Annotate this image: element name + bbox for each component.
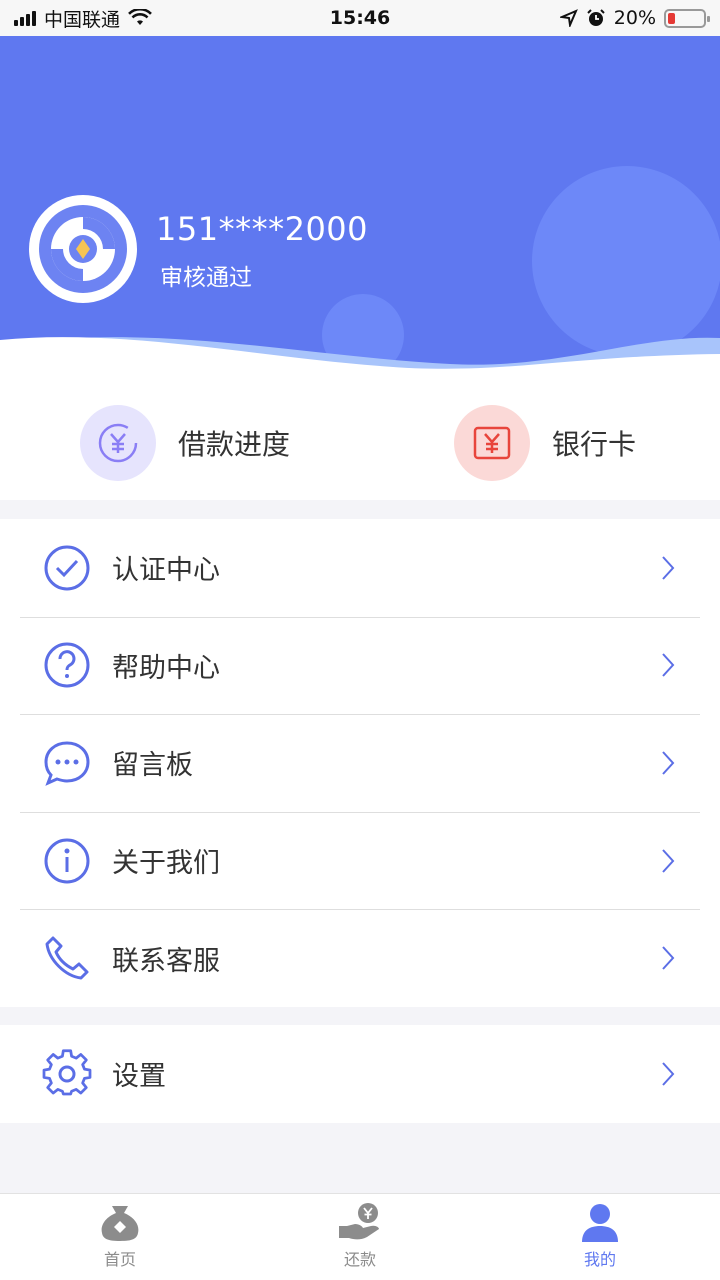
battery-icon [664, 8, 710, 28]
question-circle-icon [42, 640, 92, 690]
menu-item-label: 留言板 [112, 750, 193, 782]
header-wave [0, 337, 720, 386]
tab-label: 还款 [343, 1250, 376, 1269]
user-icon [582, 1204, 618, 1242]
menu-item-verification-center[interactable]: 认证中心 [0, 519, 720, 617]
tab-label: 我的 [583, 1250, 616, 1269]
app-logo-icon [39, 205, 127, 293]
chevron-right-icon [658, 651, 678, 679]
menu-item-label: 联系客服 [112, 945, 220, 977]
chat-bubble-icon [42, 738, 92, 788]
tab-bar: 首页 还款 我的 [0, 1193, 720, 1280]
location-arrow-icon [559, 9, 578, 27]
loan-progress-label: 借款进度 [178, 427, 291, 461]
menu-item-about-us[interactable]: 关于我们 [0, 811, 720, 910]
yuan-card-icon [454, 404, 530, 481]
review-status: 审核通过 [160, 265, 252, 291]
menu-item-label: 认证中心 [112, 555, 220, 587]
profile-header: 151****2000 审核通过 [0, 36, 720, 386]
money-bag-icon [101, 1206, 139, 1241]
status-bar: 中国联通 15:46 20% [0, 0, 720, 36]
chevron-right-icon [658, 554, 678, 582]
tab-repay[interactable]: 还款 [240, 1194, 480, 1280]
tab-label: 首页 [103, 1250, 136, 1269]
menu-item-label: 帮助中心 [112, 652, 220, 684]
menu-item-customer-service[interactable]: 联系客服 [0, 909, 720, 1007]
chevron-right-icon [658, 1060, 678, 1088]
menu-item-help-center[interactable]: 帮助中心 [0, 616, 720, 715]
carrier-name: 中国联通 [44, 8, 121, 31]
wifi-icon [128, 9, 152, 25]
user-phone: 151****2000 [156, 210, 369, 248]
menu-item-message-board[interactable]: 留言板 [0, 714, 720, 812]
yuan-clock-icon [80, 404, 156, 481]
chevron-right-icon [658, 944, 678, 972]
chevron-right-icon [658, 749, 678, 777]
bank-card-label: 银行卡 [552, 427, 637, 461]
check-circle-icon [42, 543, 92, 593]
phone-icon [42, 933, 92, 983]
alarm-icon [587, 9, 605, 26]
chevron-right-icon [658, 847, 678, 875]
menu-item-label: 关于我们 [112, 848, 220, 880]
quick-actions: 借款进度 银行卡 [0, 385, 720, 500]
menu-item-settings[interactable]: 设置 [0, 1025, 720, 1123]
loan-progress-button[interactable]: 借款进度 [0, 385, 360, 500]
battery-percent: 20% [613, 7, 656, 29]
profile-page: 中国联通 15:46 20% 151****2000 审核通过 借款进度 银行卡… [0, 0, 720, 1280]
menu-item-label: 设置 [112, 1061, 166, 1093]
settings-section: 设置 [0, 1025, 720, 1123]
info-circle-icon [42, 836, 92, 886]
gear-icon [42, 1049, 92, 1099]
menu-list: 认证中心 帮助中心 留言板 关于我们 联系客服 [0, 519, 720, 1007]
hand-coin-icon [339, 1203, 379, 1240]
signal-icon [14, 10, 36, 26]
tab-home[interactable]: 首页 [0, 1194, 240, 1280]
avatar[interactable] [29, 195, 137, 303]
tab-mine[interactable]: 我的 [480, 1194, 720, 1280]
